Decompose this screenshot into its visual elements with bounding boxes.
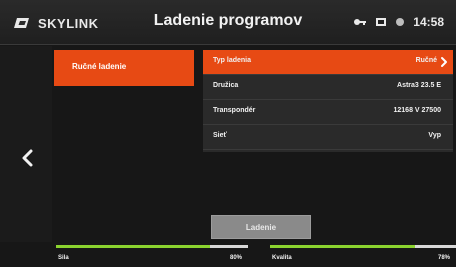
signal-quality-value: 78% [438,255,451,261]
card-icon [376,18,387,26]
signal-strength-value: 80% [230,255,243,261]
chevron-right-icon [441,57,447,67]
menu-item-manual-tuning[interactable]: Ručné ladenie [54,50,194,86]
signal-quality-label: Kvalita [272,255,292,261]
clock: 14:58 [413,15,444,29]
row-tuning-type[interactable]: Typ ladenia Ručné [203,50,453,75]
signal-strength-fill [56,245,210,248]
row-label: Sieť [213,132,227,139]
tuning-settings-panel: Typ ladenia Ručné Družica Astra3 23.5 E … [203,50,453,152]
tv-screen: SKYLINK Ladenie programov 14:58 Ručné la… [0,0,456,267]
menu-item-label: Ručné ladenie [72,62,127,71]
row-value: Ručné [415,57,437,64]
row-value: Vyp [428,132,441,139]
signal-quality-meter [270,245,456,248]
row-value: Astra3 23.5 E [397,82,441,89]
signal-quality-rest [415,245,456,248]
row-satellite[interactable]: Družica Astra3 23.5 E [203,75,453,100]
left-sidebar [0,46,52,242]
row-transponder[interactable]: Transpondér 12168 V 27500 [203,100,453,125]
status-area: 14:58 [353,14,444,30]
signal-quality-fill [270,245,415,248]
row-value: 12168 V 27500 [393,107,442,114]
key-icon [354,19,367,25]
signal-strength-rest [210,245,248,248]
back-arrow-icon[interactable] [18,148,38,168]
row-label: Transpondér [213,107,256,114]
row-label: Družica [213,82,239,89]
dot-icon [396,18,405,26]
signal-strength-label: Sila [58,255,69,261]
signal-strength-meter [56,245,248,248]
top-bar: SKYLINK Ladenie programov 14:58 [0,0,456,45]
row-network[interactable]: Sieť Vyp [203,125,453,150]
scan-button[interactable]: Ladenie [211,215,311,239]
row-label: Typ ladenia [213,57,251,64]
